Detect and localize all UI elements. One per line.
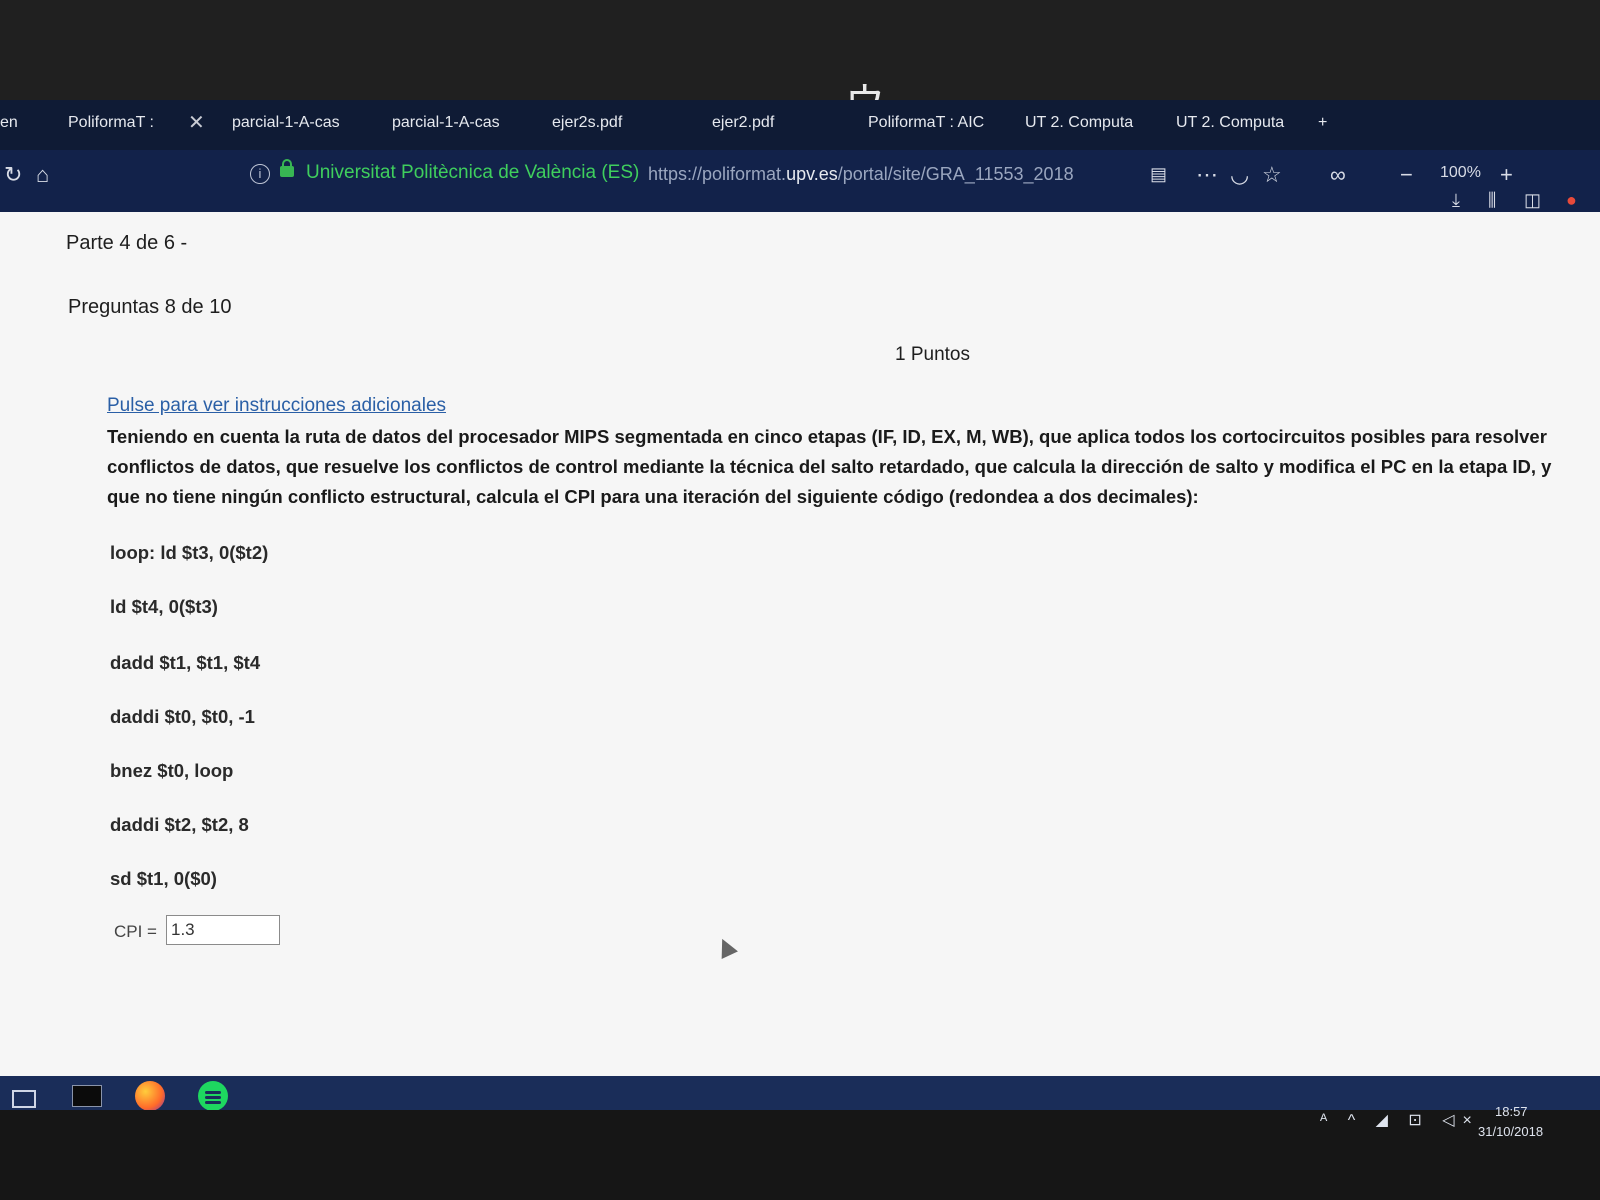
tab-bar: en PoliformaT : ✕ parcial-1-A-cas parcia… [0, 100, 1600, 150]
firefox-icon[interactable] [135, 1081, 165, 1111]
code-line: daddi $t2, $t2, 8 [110, 814, 249, 835]
zoom-out-icon[interactable]: − [1400, 162, 1413, 188]
code-line: sd $t1, 0($0) [110, 868, 217, 889]
terminal-icon[interactable] [72, 1085, 102, 1107]
cpi-label: CPI = [114, 922, 157, 941]
reload-icon[interactable]: ↻ [4, 162, 22, 188]
reader-view-icon[interactable]: ▤ [1150, 164, 1167, 185]
tab-ejer2[interactable]: ejer2.pdf [712, 114, 774, 132]
more-actions-icon[interactable]: ⋯ [1196, 162, 1218, 188]
code-line: loop: ld $t3, 0($t2) [110, 542, 269, 563]
navigation-bar: ↻ ⌂ i Universitat Politècnica de Valènci… [0, 150, 1600, 212]
url-prefix: https://poliformat. [648, 164, 787, 184]
tab-partial[interactable]: en [0, 114, 18, 132]
code-line: bnez $t0, loop [110, 760, 234, 781]
clock-date[interactable]: 31/10/2018 [1478, 1124, 1543, 1139]
tab-parcial-1[interactable]: parcial-1-A-cas [232, 114, 340, 132]
tab-poliformat-active[interactable]: PoliformaT : [68, 114, 154, 132]
private-mask-icon[interactable]: ∞ [1330, 162, 1346, 188]
tab-ut2-b[interactable]: UT 2. Computa [1176, 114, 1284, 132]
bookmark-star-icon[interactable]: ☆ [1262, 162, 1282, 188]
tab-ejer2s[interactable]: ejer2s.pdf [552, 114, 622, 132]
question-text: Teniendo en cuenta la ruta de datos del … [107, 426, 1552, 507]
download-icon[interactable]: ⤓ [1452, 190, 1460, 211]
url-path: /portal/site/GRA_11553_2018 [837, 164, 1074, 184]
site-identity[interactable]: Universitat Politècnica de València (ES) [306, 162, 639, 184]
tab-parcial-2[interactable]: parcial-1-A-cas [392, 114, 500, 132]
pocket-icon[interactable]: ◡ [1230, 162, 1249, 188]
instructions-link[interactable]: Pulse para ver instrucciones adicionales [107, 395, 446, 417]
sidebar-icon[interactable]: ◫ [1524, 190, 1541, 211]
part-indicator: Parte 4 de 6 - [66, 232, 188, 254]
zoom-in-icon[interactable]: + [1500, 162, 1513, 188]
laptop-bezel: ウ [0, 0, 1600, 126]
clock-time[interactable]: 18:57 [1495, 1104, 1528, 1119]
question-counter: Preguntas 8 de 10 [68, 296, 232, 318]
cpi-answer-input[interactable] [166, 915, 280, 945]
tab-close-icon[interactable]: ✕ [188, 110, 205, 135]
library-icon[interactable]: ⫼ [1488, 190, 1496, 211]
quiz-page: Parte 4 de 6 - Preguntas 8 de 10 1 Punto… [0, 212, 1600, 1076]
new-tab-plus-icon[interactable]: + [1318, 114, 1327, 132]
system-tray-icons[interactable]: ᴬ ^ ◢ ⊡ ◁× [1320, 1110, 1480, 1130]
zoom-level[interactable]: 100% [1440, 164, 1481, 182]
tab-ut2-a[interactable]: UT 2. Computa [1025, 114, 1133, 132]
info-icon[interactable]: i [250, 164, 270, 184]
question-points: 1 Puntos [895, 344, 970, 365]
code-line: daddi $t0, $t0, -1 [110, 706, 255, 727]
task-view-icon[interactable] [12, 1090, 36, 1108]
url-domain: upv.es [786, 164, 838, 184]
addon-icon[interactable]: ● [1566, 190, 1577, 211]
lock-icon [280, 159, 294, 177]
mouse-cursor-icon [714, 935, 738, 959]
spotify-icon[interactable] [198, 1081, 228, 1111]
home-icon[interactable]: ⌂ [36, 162, 49, 188]
code-line: ld $t4, 0($t3) [110, 596, 218, 617]
tab-poliformat-aic[interactable]: PoliformaT : AIC [868, 114, 984, 132]
url-bar[interactable]: https://poliformat.upv.es/portal/site/GR… [648, 164, 1074, 185]
code-line: dadd $t1, $t1, $t4 [110, 652, 261, 673]
